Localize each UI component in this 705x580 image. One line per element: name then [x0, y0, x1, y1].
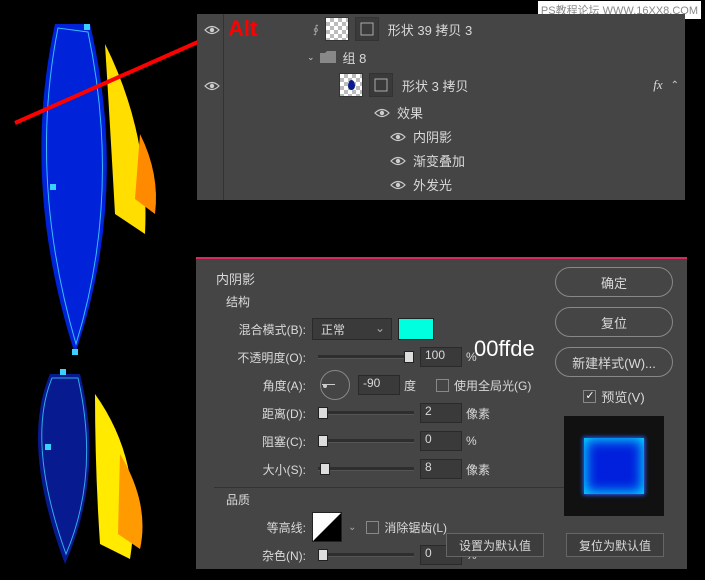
- fx-badge[interactable]: fx: [653, 77, 662, 93]
- caret-up-icon[interactable]: ⌃: [671, 80, 679, 91]
- distance-label: 距离(D):: [218, 405, 312, 422]
- unit-percent: %: [466, 434, 498, 448]
- layer-thumbnail[interactable]: [325, 17, 349, 41]
- antialias-label: 消除锯齿(L): [384, 519, 447, 536]
- layer-row[interactable]: 形状 3 拷贝 fx ⌃: [197, 70, 685, 100]
- antialias-checkbox[interactable]: [366, 521, 379, 534]
- effect-name: 外发光: [413, 175, 452, 194]
- contour-picker[interactable]: [312, 512, 342, 542]
- distance-slider[interactable]: [318, 411, 414, 415]
- size-input[interactable]: 8: [420, 459, 462, 479]
- contour-label: 等高线:: [218, 519, 312, 536]
- noise-slider[interactable]: [318, 553, 414, 557]
- global-light-label: 使用全局光(G): [454, 377, 531, 394]
- effect-name: 内阴影: [413, 127, 452, 146]
- visibility-icon[interactable]: [389, 129, 407, 144]
- choke-input[interactable]: 0: [420, 431, 462, 451]
- preview-checkbox[interactable]: [583, 390, 596, 403]
- global-light-checkbox[interactable]: [436, 379, 449, 392]
- effects-label: 效果: [397, 103, 423, 122]
- blend-mode-select[interactable]: 正常: [312, 318, 392, 340]
- visibility-icon[interactable]: [389, 177, 407, 192]
- color-swatch[interactable]: [398, 318, 434, 340]
- link-icon: ∮: [313, 23, 319, 36]
- angle-dial[interactable]: [320, 370, 350, 400]
- mask-thumbnail[interactable]: [369, 73, 393, 97]
- effect-item[interactable]: 外发光: [197, 172, 685, 196]
- blend-mode-label: 混合模式(B):: [218, 321, 312, 338]
- effects-header[interactable]: 效果: [197, 100, 685, 124]
- effect-item[interactable]: 内阴影: [197, 124, 685, 148]
- opacity-label: 不透明度(O):: [218, 349, 312, 366]
- angle-label: 角度(A):: [218, 377, 312, 394]
- make-default-button[interactable]: 设置为默认值: [446, 533, 544, 557]
- cancel-button[interactable]: 复位: [555, 307, 673, 337]
- folder-icon: [319, 50, 337, 64]
- layer-thumbnail[interactable]: [339, 73, 363, 97]
- opacity-slider[interactable]: [318, 355, 414, 359]
- color-hex-annotation: 00ffde: [474, 336, 535, 362]
- visibility-icon[interactable]: [203, 78, 221, 93]
- mask-thumbnail[interactable]: [355, 17, 379, 41]
- visibility-icon[interactable]: [389, 153, 407, 168]
- layer-name[interactable]: 形状 39 拷贝 3: [388, 20, 685, 39]
- visibility-icon[interactable]: [373, 105, 391, 120]
- layer-style-dialog: 内阴影 结构 混合模式(B): 正常 不透明度(O): 100 % 角度(A):…: [196, 257, 687, 569]
- dialog-buttons: 确定 复位 新建样式(W)... 预览(V): [555, 267, 673, 516]
- unit-px: 像素: [466, 405, 498, 422]
- size-slider[interactable]: [318, 467, 414, 471]
- effect-name: 渐变叠加: [413, 151, 465, 170]
- document-preview: [10, 4, 183, 574]
- group-name[interactable]: 组 8: [343, 48, 367, 67]
- preview-label: 预览(V): [601, 387, 644, 406]
- new-style-button[interactable]: 新建样式(W)...: [555, 347, 673, 377]
- unit-px: 像素: [466, 461, 498, 478]
- alt-label: Alt: [228, 16, 257, 42]
- unit-degree: 度: [404, 377, 436, 394]
- effect-item[interactable]: 渐变叠加: [197, 148, 685, 172]
- visibility-icon[interactable]: [203, 22, 221, 37]
- layers-panel: ∮ 形状 39 拷贝 3 ⌄ 组 8 形状 3 拷贝 fx ⌃ 效果 内阴影 渐…: [197, 14, 685, 200]
- preview-swatch: [564, 416, 664, 516]
- size-label: 大小(S):: [218, 461, 312, 478]
- layer-name[interactable]: 形状 3 拷贝: [402, 76, 653, 95]
- opacity-input[interactable]: 100: [420, 347, 462, 367]
- distance-input[interactable]: 2: [420, 403, 462, 423]
- caret-down-icon[interactable]: ⌄: [348, 522, 356, 533]
- choke-label: 阻塞(C):: [218, 433, 312, 450]
- caret-down-icon[interactable]: ⌄: [307, 52, 315, 63]
- group-row[interactable]: ⌄ 组 8: [197, 44, 685, 70]
- layer-row[interactable]: ∮ 形状 39 拷贝 3: [197, 14, 685, 44]
- noise-label: 杂色(N):: [218, 547, 312, 564]
- ok-button[interactable]: 确定: [555, 267, 673, 297]
- reset-default-button[interactable]: 复位为默认值: [566, 533, 664, 557]
- angle-input[interactable]: -90: [358, 375, 400, 395]
- choke-slider[interactable]: [318, 439, 414, 443]
